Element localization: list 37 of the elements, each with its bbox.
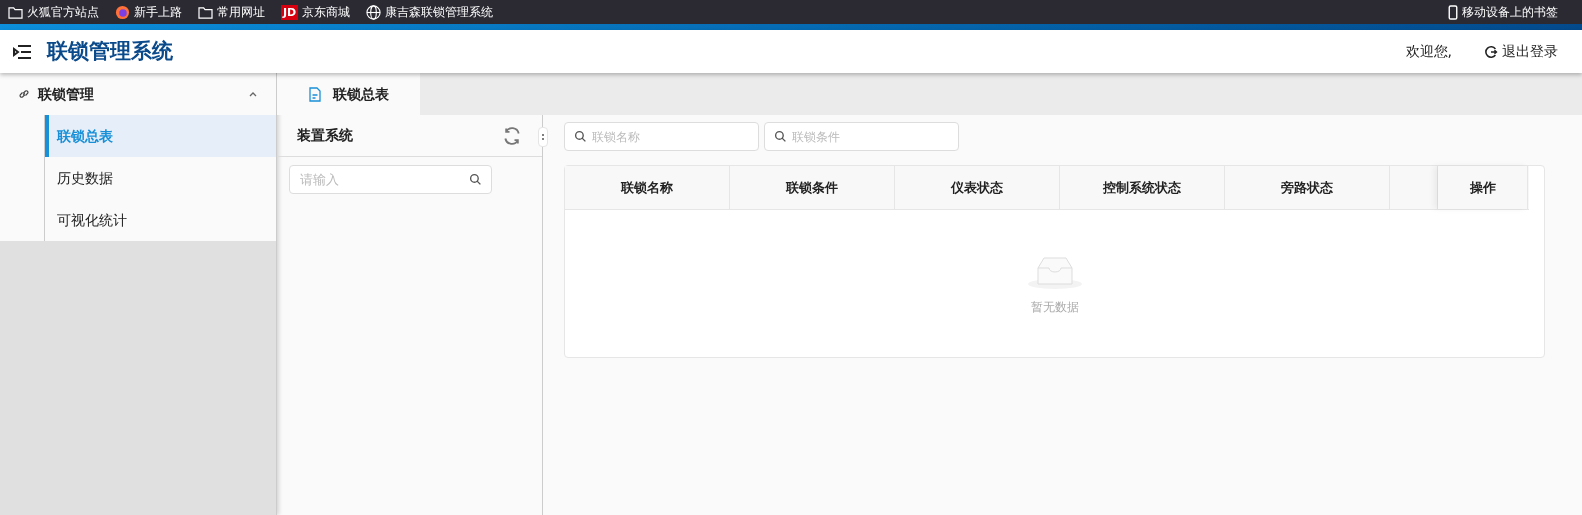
filter-field[interactable]: 联锁条件 (764, 122, 959, 151)
search-icon (469, 173, 482, 186)
menu-item[interactable]: 可视化统计 (45, 199, 276, 241)
store-logo: JD (281, 4, 299, 20)
menu-item[interactable]: 历史数据 (45, 157, 276, 199)
bookmark[interactable]: 移动设备上的书签 (1448, 3, 1558, 21)
empty-text: 暂无数据 (1030, 298, 1079, 316)
filter-field[interactable]: 联锁名称 (564, 122, 759, 151)
page-tab[interactable]: 联锁总表 (277, 73, 420, 115)
fox-globe-icon (115, 4, 130, 20)
column-header: 操作 (1438, 166, 1528, 209)
folder-icon (8, 5, 23, 19)
bookmark[interactable]: 康吉森联锁管理系统 (366, 3, 494, 21)
column-header: 联锁条件 (730, 166, 895, 209)
phone-icon (1448, 4, 1458, 20)
document-icon (308, 86, 321, 102)
panel-title: 装置系统 (297, 126, 353, 145)
refresh-icon[interactable] (502, 125, 522, 146)
column-header: 仪表状态 (895, 166, 1060, 209)
link-icon (18, 88, 30, 100)
menu-icon[interactable] (12, 43, 32, 60)
folder-icon (198, 5, 213, 19)
globe-icon (366, 4, 382, 20)
dots-handle[interactable] (538, 127, 548, 147)
logout-button[interactable]: 退出登录 (1484, 41, 1558, 62)
column-header: 控制系统状态 (1060, 166, 1225, 209)
column-header: 旁路状态 (1225, 166, 1390, 209)
search-field[interactable]: 请输入 (289, 165, 492, 194)
bookmark[interactable]: 新手上路 (115, 3, 182, 21)
bookmark[interactable]: 常用网址 (198, 3, 265, 21)
bookmark[interactable]: 火狐官方站点 (8, 3, 99, 21)
app-title: 联锁管理系统 (47, 37, 173, 65)
column-header: 联锁名称 (565, 166, 730, 209)
bookmark[interactable]: JD 京东商城 (281, 3, 351, 21)
menu-group[interactable]: 联锁管理 (0, 73, 276, 115)
welcome-text: 欢迎您, (1405, 42, 1452, 61)
logout-icon (1484, 44, 1498, 59)
